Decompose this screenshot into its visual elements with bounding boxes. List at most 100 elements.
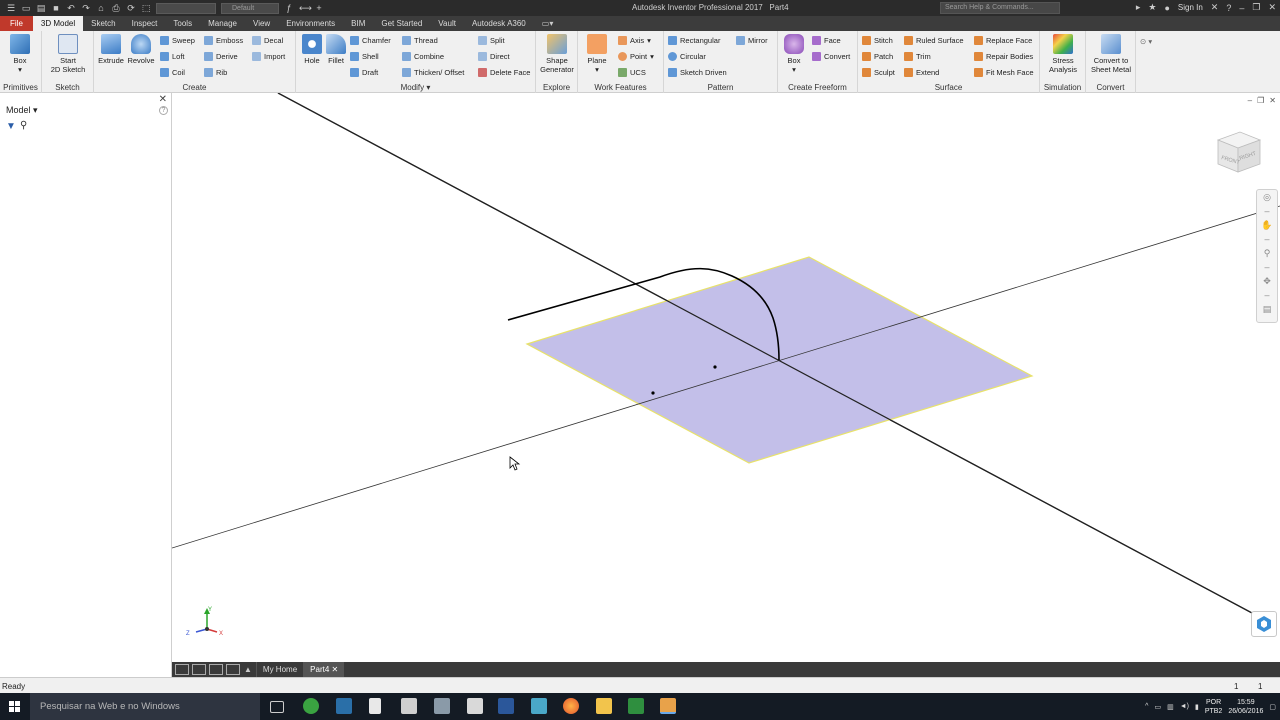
import-button[interactable]: Import bbox=[252, 50, 285, 63]
freeform-convert-button[interactable]: Convert bbox=[812, 50, 850, 63]
combine-button[interactable]: Combine bbox=[402, 50, 444, 63]
chamfer-button[interactable]: Chamfer bbox=[350, 34, 391, 47]
network-icon[interactable]: ▥ bbox=[1167, 703, 1174, 711]
viewcube[interactable]: FRONT RIGHT bbox=[1212, 128, 1266, 178]
ruled-surface-button[interactable]: Ruled Surface bbox=[904, 34, 964, 47]
sweep-button[interactable]: Sweep bbox=[160, 34, 195, 47]
fit-mesh-face-button[interactable]: Fit Mesh Face bbox=[974, 66, 1034, 79]
start-2d-sketch-button[interactable]: Start 2D Sketch bbox=[48, 34, 88, 74]
home-icon[interactable]: ⌂ bbox=[96, 3, 106, 13]
tab-sketch[interactable]: Sketch bbox=[83, 16, 123, 31]
fillet-button[interactable]: Fillet bbox=[324, 34, 348, 65]
redo-icon[interactable]: ↷ bbox=[81, 3, 91, 13]
shell-button[interactable]: Shell bbox=[350, 50, 379, 63]
help-icon[interactable]: ? bbox=[1226, 3, 1231, 13]
thread-button[interactable]: Thread bbox=[402, 34, 438, 47]
split-button[interactable]: Split bbox=[478, 34, 505, 47]
tab-list-icon[interactable]: ▲ bbox=[244, 665, 252, 674]
sketch-point[interactable] bbox=[713, 365, 717, 369]
work-axis-line-2[interactable] bbox=[172, 205, 1280, 549]
mirror-button[interactable]: Mirror bbox=[736, 34, 768, 47]
close-button[interactable]: ✕ bbox=[1268, 2, 1276, 13]
decal-button[interactable]: Decal bbox=[252, 34, 283, 47]
doc-tab-my-home[interactable]: My Home bbox=[255, 662, 303, 677]
freeform-face-button[interactable]: Face bbox=[812, 34, 841, 47]
circular-pattern-button[interactable]: Circular bbox=[668, 50, 706, 63]
user-icon[interactable]: ● bbox=[1164, 3, 1169, 13]
graphics-window[interactable]: – ❐ ✕ FRONT RIGHT ◎ – ✋ – ⚲ – ✥ – ▤ Y X … bbox=[172, 93, 1280, 662]
derive-button[interactable]: Derive bbox=[204, 50, 238, 63]
volume-icon[interactable]: ◄) bbox=[1180, 703, 1189, 710]
browser-title-dropdown[interactable]: Model ▾ bbox=[6, 105, 38, 116]
tab-overflow[interactable]: ▭▾ bbox=[534, 16, 562, 31]
notifications-icon[interactable]: ▢ bbox=[1269, 703, 1276, 711]
app-document-icon[interactable] bbox=[369, 698, 381, 714]
tab-environments[interactable]: Environments bbox=[278, 16, 343, 31]
file-explorer-icon[interactable] bbox=[596, 698, 612, 714]
sketch-point-2[interactable] bbox=[651, 391, 655, 395]
rib-button[interactable]: Rib bbox=[204, 66, 227, 79]
update-icon[interactable]: ⟳ bbox=[126, 3, 136, 13]
tab-inspect[interactable]: Inspect bbox=[124, 16, 166, 31]
clock[interactable]: 15:59 26/06/2016 bbox=[1228, 698, 1263, 716]
orbit-icon[interactable]: ✥ bbox=[1257, 274, 1277, 288]
draft-button[interactable]: Draft bbox=[350, 66, 378, 79]
app-teal-icon[interactable] bbox=[531, 698, 547, 714]
restore-button[interactable]: ❐ bbox=[1252, 2, 1260, 13]
measure-icon[interactable]: ⟷ bbox=[299, 3, 312, 13]
point-button[interactable]: Point ▾ bbox=[618, 50, 654, 63]
sketch-driven-button[interactable]: Sketch Driven bbox=[668, 66, 727, 79]
calculator-icon[interactable] bbox=[467, 698, 483, 714]
autodesk-360-icon[interactable] bbox=[1251, 611, 1277, 637]
plus-icon[interactable]: + bbox=[314, 3, 324, 13]
emboss-button[interactable]: Emboss bbox=[204, 34, 243, 47]
tab-view[interactable]: View bbox=[245, 16, 278, 31]
language-indicator[interactable]: POR PTB2 bbox=[1205, 698, 1223, 716]
tab-3d-model[interactable]: 3D Model bbox=[32, 16, 84, 31]
browser-help-icon[interactable]: ? bbox=[159, 106, 168, 115]
axis-button[interactable]: Axis ▾ bbox=[618, 34, 651, 47]
print-icon[interactable]: ⎙ bbox=[111, 3, 121, 13]
new-icon[interactable]: ▭ bbox=[21, 3, 31, 13]
tab-autodesk-a360[interactable]: Autodesk A360 bbox=[464, 16, 534, 31]
browser-close-icon[interactable]: ✕ bbox=[159, 94, 167, 105]
arrange-vertical-icon[interactable] bbox=[226, 664, 240, 675]
tab-tools[interactable]: Tools bbox=[165, 16, 200, 31]
look-at-icon[interactable]: ▤ bbox=[1257, 302, 1277, 316]
replace-face-button[interactable]: Replace Face bbox=[974, 34, 1032, 47]
calendar-icon[interactable] bbox=[401, 698, 417, 714]
arrange-horizontal-icon[interactable] bbox=[209, 664, 223, 675]
fx-icon[interactable]: ƒ bbox=[284, 3, 294, 13]
battery-icon[interactable]: ▮ bbox=[1195, 703, 1199, 711]
doc-tab-part4[interactable]: Part4 ✕ bbox=[303, 662, 345, 677]
graphics-restore-button[interactable]: ❐ bbox=[1257, 96, 1264, 105]
inventor-icon[interactable] bbox=[660, 698, 676, 714]
app-menu-icon[interactable]: ☰ bbox=[6, 3, 16, 13]
panel-label-modify[interactable]: Modify ▾ bbox=[296, 83, 535, 92]
shape-generator-button[interactable]: Shape Generator bbox=[538, 34, 576, 74]
sculpt-button[interactable]: Sculpt bbox=[862, 66, 895, 79]
save-icon[interactable]: ■ bbox=[51, 3, 61, 13]
tile-icon[interactable] bbox=[192, 664, 206, 675]
3d-scene[interactable] bbox=[172, 93, 1280, 662]
plane-button[interactable]: Plane ▾ bbox=[582, 34, 612, 74]
repair-bodies-button[interactable]: Repair Bodies bbox=[974, 50, 1033, 63]
primitive-box-button[interactable]: Box ▾ bbox=[8, 34, 32, 74]
help-search-input[interactable]: Search Help & Commands... bbox=[940, 2, 1060, 14]
close-icon[interactable]: ✕ bbox=[332, 665, 339, 674]
ucs-button[interactable]: UCS bbox=[618, 66, 646, 79]
extrude-button[interactable]: Extrude bbox=[97, 34, 125, 65]
tab-manage[interactable]: Manage bbox=[200, 16, 245, 31]
app-green-icon[interactable] bbox=[303, 698, 319, 714]
patch-button[interactable]: Patch bbox=[862, 50, 893, 63]
tab-get-started[interactable]: Get Started bbox=[373, 16, 430, 31]
star-icon[interactable]: ★ bbox=[1148, 2, 1156, 13]
cascade-icon[interactable] bbox=[175, 664, 189, 675]
stitch-button[interactable]: Stitch bbox=[862, 34, 893, 47]
word-icon[interactable] bbox=[498, 698, 514, 714]
appearance-dropdown[interactable]: Default bbox=[221, 2, 279, 14]
app-c-icon[interactable] bbox=[628, 698, 644, 714]
hole-button[interactable]: Hole bbox=[300, 34, 324, 65]
undo-icon[interactable]: ↶ bbox=[66, 3, 76, 13]
taskbar-search-input[interactable]: Pesquisar na Web e no Windows bbox=[30, 693, 260, 720]
